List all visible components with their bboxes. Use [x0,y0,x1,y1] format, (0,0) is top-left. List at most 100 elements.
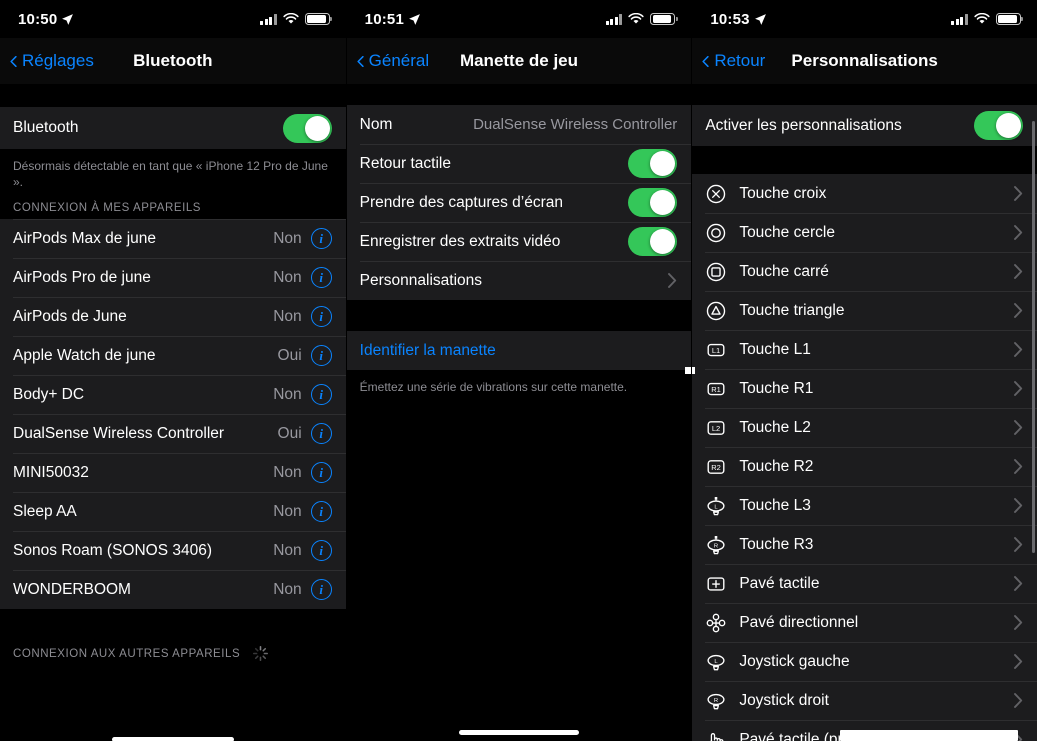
status-time: 10:51 [364,10,405,28]
row-label: Retour tactile [359,154,451,172]
chevron-right-icon [1014,225,1023,240]
svg-text:L: L [715,504,719,510]
device-name: Body+ DC [13,385,85,403]
list-item-touche-r3[interactable]: R Touche R3 [692,525,1037,564]
row-activer-personnalisations[interactable]: Activer les personnalisations [692,105,1037,146]
chevron-right-icon [668,273,677,288]
info-circle-icon[interactable]: i [310,228,332,250]
list-item-label: Touche croix [739,184,827,202]
chevron-left-icon [10,55,17,67]
row-identifier-manette[interactable]: Identifier la manette [346,331,692,370]
list-item-pave-directionnel[interactable]: Pavé directionnel [692,603,1037,642]
my-devices-list: AirPods Max de june Non i AirPods Pro de… [0,219,346,610]
list-item-touche-l2[interactable]: L2 Touche L2 [692,408,1037,447]
svg-text:R: R [714,543,718,549]
info-circle-icon[interactable]: i [310,345,332,367]
table-row[interactable]: AirPods Max de june Non i [0,219,346,259]
enable-customizations-group: Activer les personnalisations [692,105,1037,146]
row-captures-ecran[interactable]: Prendre des captures d’écran [346,183,692,222]
info-circle-icon[interactable]: i [310,579,332,601]
list-item-label: Pavé directionnel [739,613,859,631]
chevron-right-icon [1014,186,1023,201]
table-row[interactable]: Sonos Roam (SONOS 3406) Non i [0,531,346,571]
status-bar: 10:53 [692,0,1037,38]
section-header-my-devices: CONNEXION À MES APPAREILS [0,200,346,220]
table-row[interactable]: AirPods Pro de june Non i [0,258,346,298]
list-item-label: Touche L3 [739,496,811,514]
table-row[interactable]: MINI50032 Non i [0,453,346,493]
row-personnalisations[interactable]: Personnalisations [346,261,692,300]
stick-press-l3-icon: L [707,496,725,515]
status-bar: 10:50 [0,0,346,38]
list-item-label: Joystick droit [739,691,829,709]
info-circle-icon[interactable]: i [310,501,332,523]
info-circle-icon[interactable]: i [310,306,332,328]
chevron-right-icon [1014,693,1023,708]
ps-circle-icon [707,223,726,242]
enable-customizations-toggle[interactable] [973,111,1023,140]
list-item-touche-carre[interactable]: Touche carré [692,252,1037,291]
device-name: DualSense Wireless Controller [13,424,225,442]
list-item-touche-r1[interactable]: R1 Touche R1 [692,369,1037,408]
row-retour-tactile[interactable]: Retour tactile [346,144,692,183]
identify-note: Émettez une série de vibrations sur cett… [346,370,692,406]
back-button-label: Général [368,51,430,70]
info-circle-icon[interactable]: i [310,540,332,562]
list-item-label: Touche L2 [739,418,811,436]
bluetooth-toggle[interactable] [282,113,332,143]
list-item-joystick-droit[interactable]: R Joystick droit [692,681,1037,720]
list-item-touche-cercle[interactable]: Touche cercle [692,213,1037,252]
list-item-label: Touche R3 [739,535,814,553]
button-mappings-list: Touche croix Touche cercle Touche carré [692,174,1037,741]
table-row[interactable]: Apple Watch de june Oui i [0,336,346,376]
table-row[interactable]: Sleep AA Non i [0,492,346,532]
discoverable-note: Désormais détectable en tant que « iPhon… [0,149,346,201]
row-label: Prendre des captures d’écran [359,193,563,211]
back-button-label: Réglages [22,51,94,70]
battery-icon [650,13,678,25]
info-circle-icon[interactable]: i [310,462,332,484]
list-item-touche-l1[interactable]: L1 Touche L1 [692,330,1037,369]
back-button-retour[interactable]: Retour [692,51,765,71]
row-bluetooth-toggle[interactable]: Bluetooth [0,107,346,149]
info-circle-icon[interactable]: i [310,267,332,289]
chevron-left-icon [702,55,709,67]
back-button-general[interactable]: Général [347,51,429,71]
haptics-toggle[interactable] [628,149,678,178]
device-status: Non [273,580,302,598]
list-item-joystick-gauche[interactable]: L Joystick gauche [692,642,1037,681]
status-bar: 10:51 [346,0,692,38]
device-name: Sonos Roam (SONOS 3406) [13,541,213,559]
info-circle-icon[interactable]: i [310,423,332,445]
svg-text:R1: R1 [712,385,722,394]
table-row[interactable]: AirPods de June Non i [0,297,346,337]
row-extraits-video[interactable]: Enregistrer des extraits vidéo [346,222,692,261]
activity-spinner-icon [253,646,269,662]
list-item-touche-r2[interactable]: R2 Touche R2 [692,447,1037,486]
list-item-label: Joystick gauche [739,652,850,670]
svg-text:L1: L1 [712,346,720,355]
video-clips-toggle[interactable] [628,227,678,256]
device-status: Non [273,463,302,481]
list-item-touche-l3[interactable]: L Touche L3 [692,486,1037,525]
nav-bar: Retour Personnalisations [692,38,1037,84]
table-row[interactable]: WONDERBOOM Non i [0,570,346,610]
location-arrow-icon [754,13,766,25]
controller-settings-group: Nom DualSense Wireless Controller Retour… [346,105,692,300]
list-item-pave-tactile[interactable]: Pavé tactile [692,564,1037,603]
panel-bluetooth: 10:50 Réglages Bluetooth Bluetooth Désor… [0,0,346,741]
home-indicator [458,730,579,735]
chevron-right-icon [1014,381,1023,396]
button-r2-icon: R2 [707,459,725,474]
device-status: Non [273,229,302,247]
three-iphone-screenshots: 10:50 Réglages Bluetooth Bluetooth Désor… [0,0,1037,741]
row-label: Enregistrer des extraits vidéo [359,232,561,250]
back-button-reglages[interactable]: Réglages [0,51,94,71]
screenshots-toggle[interactable] [628,188,678,217]
list-item-touche-triangle[interactable]: Touche triangle [692,291,1037,330]
list-item-touche-croix[interactable]: Touche croix [692,174,1037,213]
spacer [692,146,1037,174]
table-row[interactable]: DualSense Wireless Controller Oui i [0,414,346,454]
table-row[interactable]: Body+ DC Non i [0,375,346,415]
info-circle-icon[interactable]: i [310,384,332,406]
